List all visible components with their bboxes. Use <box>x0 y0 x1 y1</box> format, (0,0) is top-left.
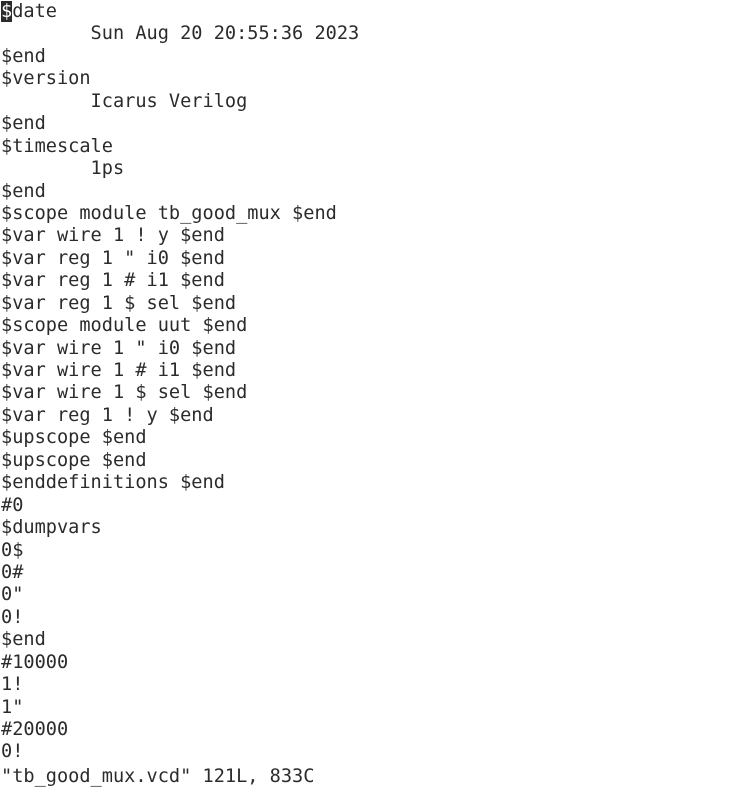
file-line: $end <box>1 113 46 135</box>
file-line: $var wire 1 $ sel $end <box>1 382 248 404</box>
file-line: #10000 <box>1 651 69 673</box>
file-line: $enddefinitions $end <box>1 472 225 494</box>
terminal-window[interactable]: $date Sun Aug 20 20:55:36 2023 $end $versi… <box>1 1 751 791</box>
line-text: date <box>12 1 57 22</box>
file-line: $end <box>1 629 46 651</box>
file-line: 1! <box>1 674 24 696</box>
file-line: $timescale <box>1 135 113 157</box>
text-cursor: $ <box>1 1 13 22</box>
file-line: $var wire 1 ! y $end <box>1 225 225 247</box>
file-line: $var reg 1 ! y $end <box>1 404 214 426</box>
file-line: #20000 <box>1 719 69 740</box>
file-line: $end <box>1 45 46 67</box>
file-line: $var wire 1 # i1 $end <box>1 360 237 381</box>
file-line: $var reg 1 # i1 $end <box>1 270 225 292</box>
file-line: #0 <box>1 494 24 516</box>
status-line: "tb_good_mux.vcd" 121L, 833C <box>1 766 315 787</box>
file-line: $var reg 1 " i0 $end <box>1 247 225 269</box>
file-line: $end <box>1 180 46 202</box>
file-line: $upscope $end <box>1 449 147 471</box>
file-line: Icarus Verilog <box>1 90 248 112</box>
file-content: Sun Aug 20 20:55:36 2023 $end $version Ica… <box>1 23 751 763</box>
file-line: 0# <box>1 561 24 583</box>
file-line: $dumpvars <box>1 517 102 539</box>
file-line: $var reg 1 $ sel $end <box>1 292 237 314</box>
file-line: $var wire 1 " i0 $end <box>1 337 237 359</box>
file-line: 1ps <box>1 158 125 180</box>
file-line: 0! <box>1 741 24 763</box>
file-line: Sun Aug 20 20:55:36 2023 <box>1 23 360 45</box>
file-line: 0$ <box>1 539 24 561</box>
file-line: 1" <box>1 696 24 718</box>
file-line: 0" <box>1 584 24 606</box>
file-line: $version <box>1 68 91 90</box>
file-line: 0! <box>1 606 24 628</box>
file-line-1: $date <box>1 1 751 23</box>
file-line: $scope module uut $end <box>1 315 248 337</box>
file-line: $scope module tb_good_mux $end <box>1 202 337 224</box>
file-line: $upscope $end <box>1 427 147 449</box>
